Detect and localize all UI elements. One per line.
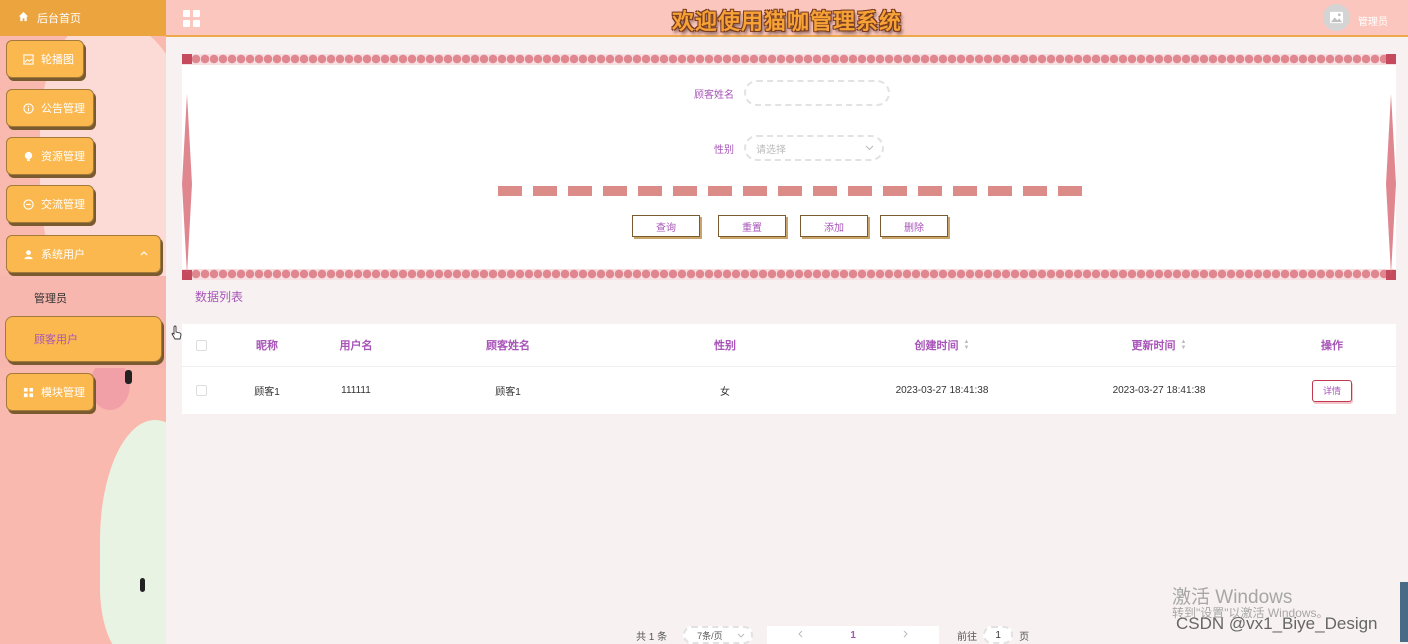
name-filter-label: 顾客姓名 — [694, 89, 734, 101]
header: 欢迎使用猫咖管理系统 管理员 — [166, 0, 1408, 37]
sidebar-item-label: 交流管理 — [41, 199, 85, 211]
decor-blob — [100, 420, 166, 644]
sidebar-item-notice[interactable]: 公告管理 — [6, 89, 94, 127]
sidebar-item-module[interactable]: 模块管理 — [6, 373, 94, 411]
cell-nickname: 顾客1 — [254, 387, 280, 398]
cell-updated: 2023-03-27 18:41:38 — [1112, 385, 1206, 396]
sidebar: 后台首页 轮播图 公告管理 资源管理 交流管理 系统用户 管理员 顾客用户 模块… — [0, 0, 166, 644]
column-header: 顾客姓名 — [486, 340, 530, 352]
sort-icon[interactable]: ▲ ▼ — [964, 339, 970, 351]
sidebar-item-label: 模块管理 — [41, 387, 85, 399]
data-table: 昵称 用户名 顾客姓名 性别 创建时间 ▲ ▼ 更新时间 ▲ ▼ 操作 顾客1 11… — [182, 324, 1396, 414]
name-input[interactable] — [744, 80, 890, 106]
sort-icon[interactable]: ▲ ▼ — [1181, 339, 1187, 351]
avatar[interactable] — [1323, 4, 1350, 31]
column-header-label: 更新时间 — [1131, 340, 1176, 352]
gender-select[interactable]: 请选择 — [744, 135, 884, 161]
column-header-created[interactable]: 创建时间 ▲ ▼ — [882, 324, 1002, 366]
sidebar-item-resource[interactable]: 资源管理 — [6, 137, 94, 175]
chevron-up-icon — [140, 248, 148, 258]
sidebar-item-communication[interactable]: 交流管理 — [6, 185, 94, 223]
mouse-cursor-icon — [171, 325, 183, 344]
column-header-updated[interactable]: 更新时间 ▲ ▼ — [1099, 324, 1219, 366]
decor-eye — [140, 578, 145, 592]
csdn-watermark: CSDN @vx1_Biye_Design — [1176, 614, 1378, 633]
pagination: 共 1 条 7条/页 1 前往 1 页 — [636, 626, 1029, 644]
table-header: 昵称 用户名 顾客姓名 性别 创建时间 ▲ ▼ 更新时间 ▲ ▼ 操作 — [182, 324, 1396, 367]
chevron-down-icon — [737, 630, 745, 640]
gender-filter: 性别 请选择 — [714, 135, 884, 161]
name-filter: 顾客姓名 — [694, 80, 890, 106]
sidebar-item-label: 系统用户 — [41, 249, 85, 261]
decor-border — [182, 269, 1396, 280]
decor-border — [182, 54, 1396, 65]
sidebar-item-label: 公告管理 — [41, 103, 85, 115]
sidebar-subitem-customer[interactable]: 顾客用户 — [5, 316, 162, 362]
home-icon — [18, 11, 29, 25]
table-row[interactable]: 顾客1 111111 顾客1 女 2023-03-27 18:41:38 202… — [182, 367, 1396, 414]
row-checkbox[interactable] — [194, 367, 208, 414]
sidebar-item-label: 资源管理 — [41, 151, 85, 163]
sidebar-home-label: 后台首页 — [37, 13, 81, 25]
pager-nav: 1 — [767, 626, 940, 644]
pager-goto: 前往 1 页 — [957, 626, 1029, 644]
page-title: 欢迎使用猫咖管理系统 — [671, 9, 902, 34]
decor-eye — [125, 370, 132, 384]
decor-dash-line — [498, 186, 1084, 196]
cell-created: 2023-03-27 18:41:38 — [895, 385, 989, 396]
add-button[interactable]: 添加 — [800, 215, 868, 237]
decor-diamond — [1386, 94, 1396, 274]
page-size-select[interactable]: 7条/页 — [683, 626, 754, 644]
cell-name: 顾客1 — [495, 387, 521, 398]
grid-icon — [23, 387, 34, 398]
pager-total: 共 1 条 — [636, 631, 668, 643]
list-title: 数据列表 — [195, 290, 244, 304]
column-header: 用户名 — [339, 340, 373, 352]
user-icon — [23, 249, 34, 260]
column-header: 昵称 — [256, 340, 278, 352]
goto-input[interactable]: 1 — [983, 626, 1014, 644]
decor-corner — [182, 54, 192, 64]
next-page-icon[interactable] — [903, 630, 909, 641]
page-unit-label: 页 — [1019, 631, 1030, 643]
info-icon — [23, 102, 34, 114]
prev-page-icon[interactable] — [797, 630, 803, 641]
detail-button[interactable]: 详情 — [1312, 379, 1352, 402]
image-icon — [23, 53, 34, 65]
scrollbar-thumb[interactable] — [1400, 582, 1408, 642]
bulb-icon — [23, 151, 34, 162]
query-button[interactable]: 查询 — [632, 215, 700, 237]
sidebar-home[interactable]: 后台首页 — [0, 0, 166, 36]
image-icon — [1330, 11, 1343, 24]
search-panel: 顾客姓名 性别 请选择 查询 重置 添加 删除 — [182, 54, 1396, 280]
sidebar-item-carousel[interactable]: 轮播图 — [6, 40, 84, 78]
cell-action: 详情 — [1292, 367, 1372, 414]
cell-gender: 女 — [720, 387, 730, 398]
select-all-checkbox[interactable] — [194, 324, 208, 366]
user-name[interactable]: 管理员 — [1358, 13, 1388, 28]
sidebar-item-label: 轮播图 — [41, 54, 74, 66]
chevron-down-icon — [865, 143, 874, 154]
decor-corner — [1386, 54, 1396, 64]
column-header: 操作 — [1321, 340, 1343, 352]
reset-button[interactable]: 重置 — [718, 215, 786, 237]
sidebar-submenu: 管理员 顾客用户 — [0, 276, 166, 368]
gender-select-placeholder: 请选择 — [756, 144, 786, 156]
goto-label: 前往 — [957, 631, 978, 643]
sidebar-subitem-admin[interactable]: 管理员 — [34, 290, 67, 306]
chat-icon — [23, 198, 34, 210]
delete-button[interactable]: 删除 — [880, 215, 948, 237]
page-size-value: 7条/页 — [697, 630, 723, 641]
decor-diamond — [182, 94, 192, 274]
column-header: 性别 — [714, 340, 736, 352]
column-header-label: 创建时间 — [914, 340, 959, 352]
cell-username: 111111 — [341, 385, 371, 396]
gender-filter-label: 性别 — [714, 144, 734, 156]
sidebar-item-system-users[interactable]: 系统用户 — [6, 235, 161, 273]
page-number-current[interactable]: 1 — [850, 630, 856, 641]
